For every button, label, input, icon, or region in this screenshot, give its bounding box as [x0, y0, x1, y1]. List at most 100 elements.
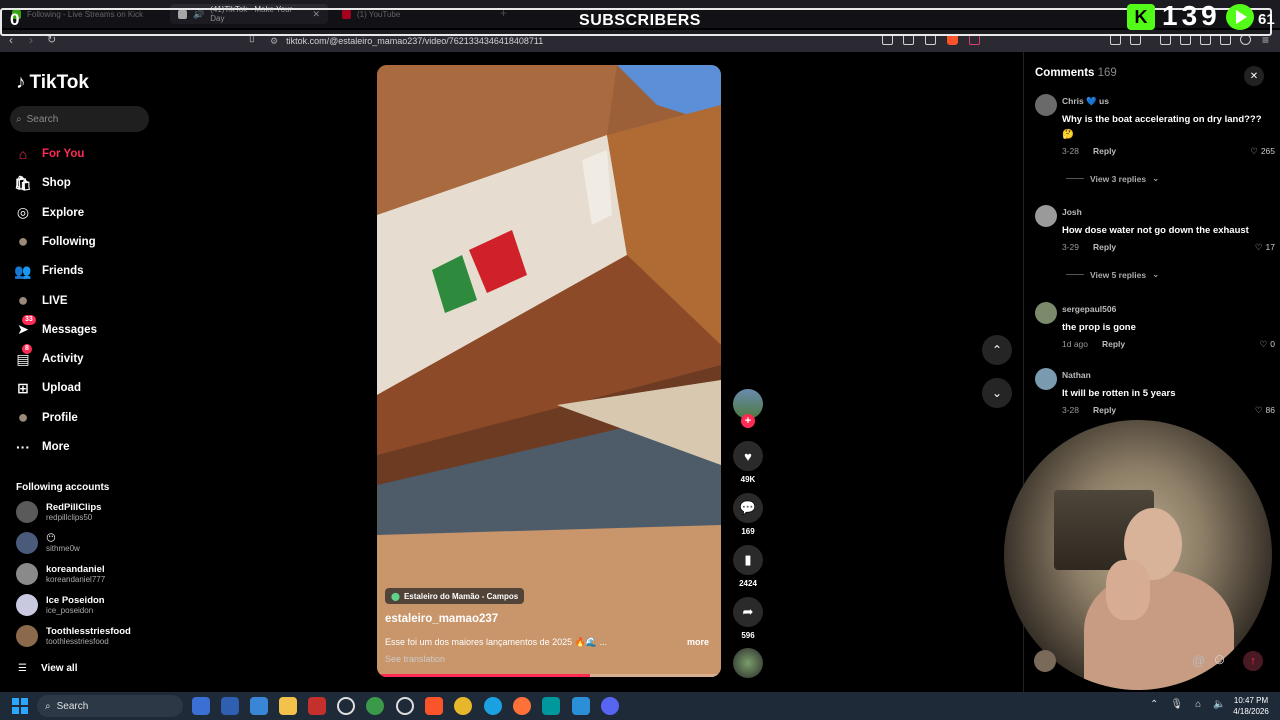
sidebar-item-live[interactable]: ● LIVE: [14, 289, 68, 313]
music-disc-icon[interactable]: [733, 648, 763, 678]
app-icon[interactable]: [308, 697, 326, 715]
app-icon[interactable]: [366, 697, 384, 715]
emoji-icon[interactable]: ☺: [1212, 651, 1227, 668]
tiktok-logo[interactable]: ♪ TikTok: [16, 72, 89, 94]
site-info-icon[interactable]: ⚙: [270, 36, 278, 47]
chevron-up-icon[interactable]: ⌃: [1150, 699, 1158, 710]
sidebar-item-activity[interactable]: ▤ 8 Activity: [14, 344, 84, 371]
chevron-down-icon: ⌄: [1152, 269, 1160, 279]
see-translation-link[interactable]: See translation: [385, 654, 445, 664]
close-comments-button[interactable]: ✕: [1244, 66, 1264, 86]
sidebar-item-label: Friends: [42, 265, 84, 278]
save-action[interactable]: ▮ 2424: [733, 545, 763, 588]
profile-avatar-icon: ●: [17, 407, 29, 428]
video-player[interactable]: ⬤ Estaleiro do Mamão - Campos estaleiro_…: [377, 65, 721, 677]
reply-button[interactable]: Reply: [1102, 339, 1125, 349]
sidebar-item-friends[interactable]: 👥 Friends: [14, 259, 84, 283]
mention-icon[interactable]: @: [1192, 653, 1205, 668]
comment-like-count: 265: [1260, 146, 1275, 156]
edge-icon[interactable]: [484, 697, 502, 715]
share-action[interactable]: ➦ 596: [733, 597, 763, 640]
app-icon[interactable]: [221, 697, 239, 715]
sidebar-item-label: Profile: [42, 411, 78, 424]
comment-action[interactable]: 💬 169: [733, 493, 763, 536]
previous-video-button[interactable]: ⌃: [982, 335, 1012, 365]
following-account[interactable]: RedPillClips redpillclips50: [16, 500, 101, 524]
following-account[interactable]: 😶 sithme0w: [16, 531, 80, 555]
sidebar-item-profile[interactable]: ● Profile: [14, 406, 78, 430]
view-all-link[interactable]: ☰ View all: [18, 663, 77, 674]
save-count: 2424: [739, 579, 757, 588]
following-account[interactable]: Ice Poseidon ice_poseidon: [16, 593, 105, 617]
comment-date: 1d ago: [1062, 339, 1088, 349]
send-comment-button[interactable]: ↑: [1243, 651, 1263, 671]
caption-more-button[interactable]: more: [687, 637, 709, 647]
location-chip[interactable]: ⬤ Estaleiro do Mamão - Campos: [385, 588, 525, 604]
comment-username[interactable]: sergepaul506: [1062, 304, 1116, 314]
taskbar-search[interactable]: ⌕ Search: [37, 695, 183, 717]
comment-username[interactable]: Josh: [1062, 207, 1082, 217]
reply-button[interactable]: Reply: [1093, 146, 1116, 156]
firefox-icon[interactable]: [513, 697, 531, 715]
comment-like-button[interactable]: ♡ 86: [1255, 405, 1275, 416]
notification-badge: 8: [22, 344, 32, 355]
share-arrow-icon[interactable]: ➦: [733, 597, 763, 627]
sidebar-item-following[interactable]: ● Following: [14, 230, 96, 254]
sidebar-item-more[interactable]: ··· More: [14, 435, 69, 459]
reply-button[interactable]: Reply: [1093, 242, 1116, 252]
taskbar-clock[interactable]: 10:47 PM 4/18/2026: [1226, 695, 1276, 717]
reply-button[interactable]: Reply: [1093, 405, 1116, 415]
windows-start-icon[interactable]: [12, 698, 28, 714]
avatar[interactable]: [1035, 368, 1057, 390]
heart-icon[interactable]: ♥: [733, 441, 763, 471]
comment-username[interactable]: Chris 💙 us: [1062, 96, 1109, 107]
discord-icon[interactable]: [601, 697, 619, 715]
network-icon[interactable]: ⌂: [1195, 699, 1201, 710]
view-replies-button[interactable]: View 3 replies ⌄: [1066, 173, 1159, 184]
vscode-icon[interactable]: [572, 697, 590, 715]
bookmark-save-icon[interactable]: ▮: [733, 545, 763, 575]
app-icon[interactable]: [192, 697, 210, 715]
avatar[interactable]: [1035, 94, 1057, 116]
comment-date: 3-28: [1062, 405, 1080, 415]
app-icon[interactable]: [396, 697, 414, 715]
file-explorer-icon[interactable]: [279, 697, 297, 715]
avatar[interactable]: [1035, 302, 1057, 324]
app-icon[interactable]: [337, 697, 355, 715]
url-text: tiktok.com/@estaleiro_mamao237/video/762…: [286, 36, 544, 46]
like-action[interactable]: ♥ 49K: [733, 441, 763, 484]
comment-like-button[interactable]: ♡ 17: [1255, 242, 1275, 253]
sidebar-item-for-you[interactable]: ⌂ For You: [14, 142, 85, 166]
video-author[interactable]: estaleiro_mamao237: [385, 613, 498, 625]
comment-username[interactable]: Nathan: [1062, 370, 1091, 380]
app-icon[interactable]: [250, 697, 268, 715]
microphone-icon[interactable]: 🎙: [1170, 699, 1183, 710]
comments-count: 169: [1097, 67, 1117, 79]
following-account[interactable]: Toothlesstriesfood toothlesstriesfood: [16, 624, 131, 648]
sidebar-item-upload[interactable]: ⊞ Upload: [14, 376, 81, 400]
follow-plus-icon[interactable]: +: [741, 414, 755, 428]
brave-browser-icon[interactable]: [425, 697, 443, 715]
video-progress-bar[interactable]: [377, 674, 721, 677]
chrome-icon[interactable]: [454, 697, 472, 715]
comment-icon[interactable]: 💬: [733, 493, 763, 523]
sidebar-item-messages[interactable]: ➤ 33 Messages: [14, 314, 97, 342]
avatar[interactable]: [1035, 205, 1057, 227]
sidebar-item-explore[interactable]: ◎ Explore: [14, 201, 84, 225]
arduino-icon[interactable]: [542, 697, 560, 715]
account-handle: sithme0w: [46, 543, 80, 553]
following-account[interactable]: koreandaniel koreandaniel777: [16, 562, 105, 586]
next-video-button[interactable]: ⌄: [982, 378, 1012, 408]
search-input[interactable]: ⌕ Search: [10, 106, 149, 132]
kick-subscriber-count: 139: [1162, 0, 1221, 31]
sidebar-item-shop[interactable]: 🛍 Shop: [14, 171, 71, 195]
comment-like-count: 86: [1265, 405, 1275, 415]
chevron-down-icon: ⌄: [1152, 173, 1160, 183]
comment-like-button[interactable]: ♡ 265: [1250, 146, 1275, 157]
account-handle: toothlesstriesfood: [46, 636, 109, 646]
comment-like-button[interactable]: ♡ 0: [1260, 339, 1275, 350]
account-name: 😶: [46, 532, 56, 544]
volume-icon[interactable]: 🔈: [1213, 699, 1225, 710]
windows-taskbar: ⌕ Search ⌃ 🎙 ⌂ 🔈 10:47 PM 4/18/2026: [0, 692, 1280, 720]
view-replies-button[interactable]: View 5 replies ⌄: [1066, 269, 1159, 280]
